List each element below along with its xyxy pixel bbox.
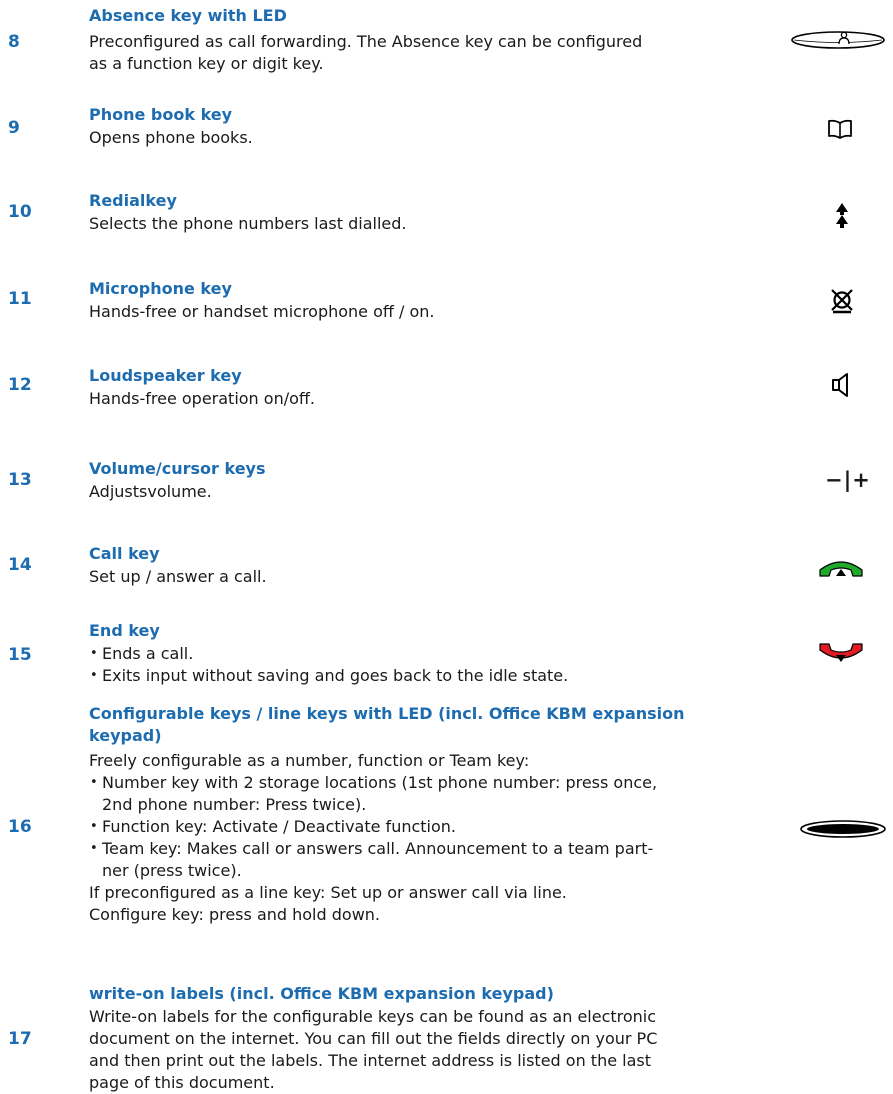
item-title: Configurable keys / line keys with LED (…	[89, 703, 729, 747]
description-line: Adjustsvolume.	[89, 482, 212, 501]
item-number: 14	[8, 555, 32, 575]
item-number: 10	[8, 202, 32, 222]
bullet-line: 2nd phone number: Press twice).	[102, 795, 367, 814]
call-handset-green-icon	[819, 561, 863, 577]
title-line: keypad)	[89, 726, 162, 745]
item-title: Microphone key	[89, 279, 232, 298]
bullet-item: Function key: Activate / Deactivate func…	[89, 816, 719, 838]
item-description: Preconfigured as call forwarding. The Ab…	[89, 31, 719, 75]
item-title: Phone book key	[89, 105, 233, 124]
description-line: and then print out the labels. The inter…	[89, 1051, 651, 1070]
bullet-line: Number key with 2 storage locations (1st…	[102, 773, 658, 792]
description-line: Hands-free or handset microphone off / o…	[89, 302, 435, 321]
description-line: Hands-free operation on/off.	[89, 389, 315, 408]
item-description: Adjustsvolume.	[89, 481, 719, 503]
phone-book-icon	[828, 119, 852, 139]
item-number: 12	[8, 375, 32, 395]
item-number: 8	[8, 32, 20, 52]
item-number: 16	[8, 817, 32, 837]
description-line: as a function key or digit key.	[89, 54, 324, 73]
item-number: 17	[8, 1029, 32, 1049]
item-description: Opens phone books.	[89, 127, 719, 149]
item-title: Redialkey	[89, 191, 177, 210]
bullet-item: Ends a call.	[89, 643, 719, 665]
volume-minus-plus-icon: −|+	[825, 468, 871, 492]
outro-line: If preconfigured as a line key: Set up o…	[89, 883, 567, 902]
bullet-line: Function key: Activate / Deactivate func…	[102, 817, 456, 836]
item-bullet-list: Ends a call. Exits input without saving …	[89, 643, 719, 687]
bullet-item: Number key with 2 storage locations (1st…	[89, 772, 719, 816]
outro-line: Configure key: press and hold down.	[89, 905, 380, 924]
item-title: End key	[89, 621, 160, 640]
item-number: 9	[8, 118, 20, 138]
item-description: Set up / answer a call.	[89, 566, 719, 588]
bullet-item: Team key: Makes call or answers call. An…	[89, 838, 719, 882]
description-line: Write-on labels for the configurable key…	[89, 1007, 657, 1026]
absence-key-led-icon	[791, 31, 885, 49]
item-title: Loudspeaker key	[89, 366, 242, 385]
item-title: write-on labels (incl. Office KBM expans…	[89, 984, 554, 1003]
configurable-key-led-icon	[800, 820, 886, 838]
description-line: document on the internet. You can fill o…	[89, 1029, 658, 1048]
description-line: Selects the phone numbers last dialled.	[89, 214, 407, 233]
bullet-line: ner (press twice).	[102, 861, 242, 880]
bullet-item: Exits input without saving and goes back…	[89, 665, 719, 687]
item-number: 15	[8, 645, 32, 665]
item-number: 13	[8, 470, 32, 490]
item-number: 11	[8, 289, 32, 309]
item-description: Selects the phone numbers last dialled.	[89, 213, 719, 235]
description-line: Preconfigured as call forwarding. The Ab…	[89, 32, 643, 51]
item-description: Hands-free or handset microphone off / o…	[89, 301, 719, 323]
item-title: Absence key with LED	[89, 6, 287, 25]
description-line: page of this document.	[89, 1073, 275, 1092]
loudspeaker-icon	[832, 373, 848, 397]
item-description: Freely configurable as a number, functio…	[89, 750, 719, 926]
intro-line: Freely configurable as a number, functio…	[89, 751, 530, 770]
item-title: Call key	[89, 544, 160, 563]
description-line: Opens phone books.	[89, 128, 253, 147]
item-description: Hands-free operation on/off.	[89, 388, 719, 410]
title-line: Configurable keys / line keys with LED (…	[89, 704, 685, 723]
description-line: Set up / answer a call.	[89, 567, 267, 586]
item-title: Volume/cursor keys	[89, 459, 266, 478]
end-handset-red-icon	[819, 643, 863, 662]
item-description: Write-on labels for the configurable key…	[89, 1006, 719, 1094]
bullet-line: Team key: Makes call or answers call. An…	[102, 839, 654, 858]
microphone-mute-icon	[831, 289, 853, 314]
redial-icon	[836, 203, 848, 228]
